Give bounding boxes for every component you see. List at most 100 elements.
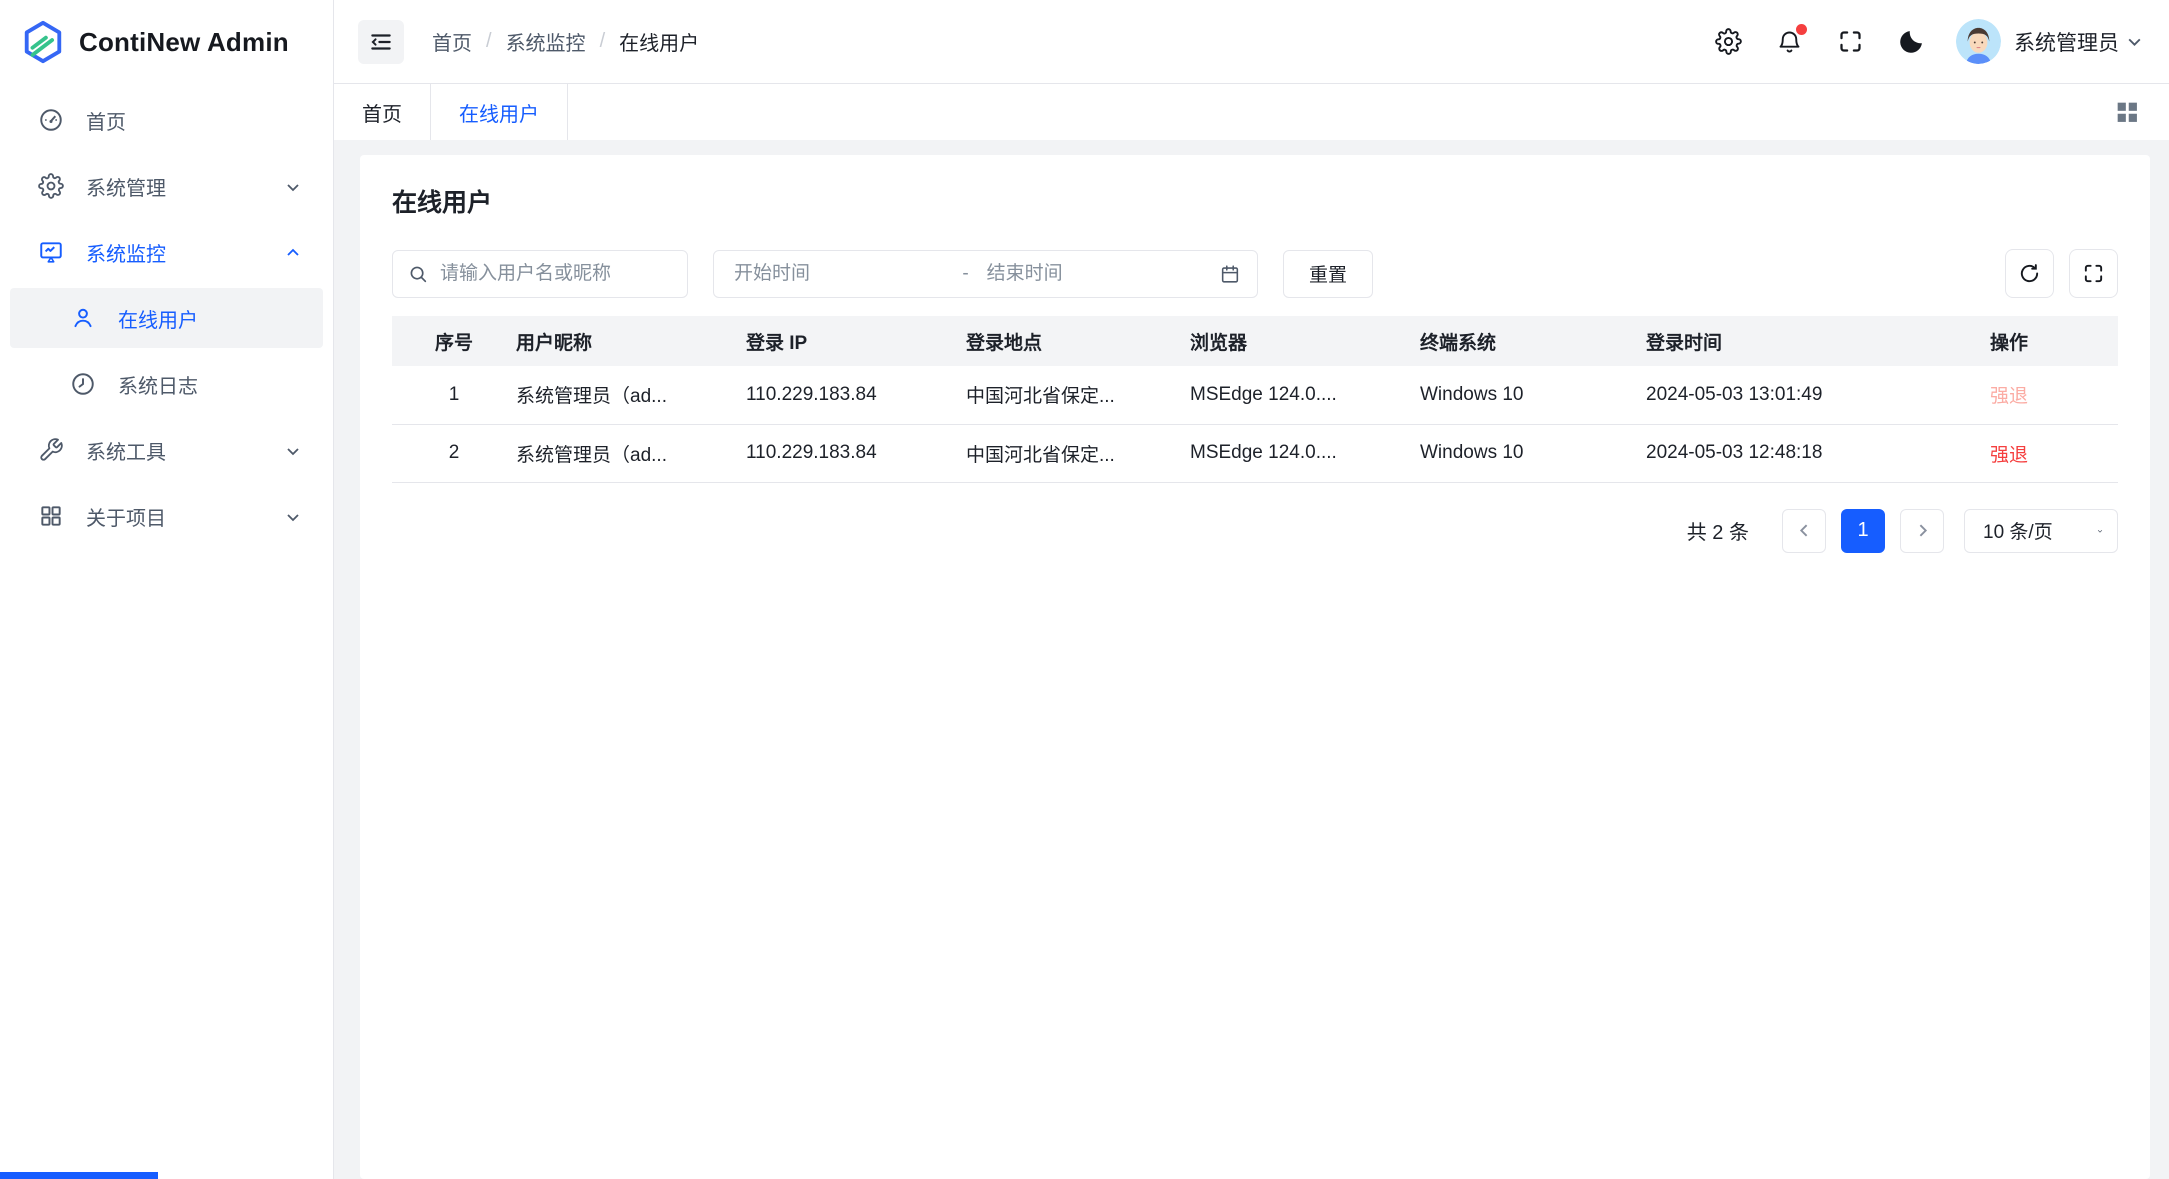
avatar[interactable] <box>1956 19 2001 64</box>
app-root: ContiNew Admin 首页 系统管理 <box>0 0 2169 1179</box>
calendar-icon <box>1219 263 1241 285</box>
tab-label: 首页 <box>362 98 402 127</box>
grid-icon <box>38 503 64 529</box>
settings-button[interactable] <box>1713 27 1743 57</box>
monitor-icon <box>38 239 64 265</box>
col-header-location: 登录地点 <box>966 316 1190 366</box>
user-icon <box>70 305 96 331</box>
sidebar-item-system-log[interactable]: 系统日志 <box>10 354 323 414</box>
content-area: 在线用户 - <box>334 140 2169 1179</box>
cell-os: Windows 10 <box>1420 366 1646 424</box>
chevron-right-icon <box>1914 522 1931 539</box>
sidebar-item-label: 系统管理 <box>86 172 166 201</box>
chevron-down-icon[interactable] <box>2126 33 2143 50</box>
tabbar: 首页 在线用户 <box>334 84 2169 140</box>
col-header-nickname: 用户昵称 <box>516 316 746 366</box>
cell-location: 中国河北省保定... <box>966 424 1190 482</box>
kick-user-button[interactable]: 强退 <box>1990 386 2028 407</box>
online-users-table: 序号 用户昵称 登录 IP 登录地点 浏览器 终端系统 登录时间 操作 1 <box>392 316 2118 483</box>
main-area: 首页 / 系统监控 / 在线用户 <box>334 0 2169 1179</box>
date-range-separator: - <box>958 263 986 285</box>
prev-page-button[interactable] <box>1782 509 1826 553</box>
cell-login-time: 2024-05-03 12:48:18 <box>1646 424 1990 482</box>
table-row: 1 系统管理员（ad... 110.229.183.84 中国河北省保定... … <box>392 366 2118 424</box>
cell-nickname: 系统管理员（ad... <box>516 366 746 424</box>
sidebar-item-system-monitor[interactable]: 系统监控 <box>10 222 323 282</box>
app-logo[interactable]: ContiNew Admin <box>0 0 333 84</box>
chevron-up-icon <box>285 244 301 260</box>
moon-icon <box>1897 27 1926 56</box>
tab-label: 在线用户 <box>459 98 539 127</box>
dashboard-icon <box>38 107 64 133</box>
table-row: 2 系统管理员（ad... 110.229.183.84 中国河北省保定... … <box>392 424 2118 482</box>
start-time-field[interactable] <box>734 263 958 285</box>
breadcrumb-separator: / <box>600 30 606 53</box>
sidebar-item-about-project[interactable]: 关于项目 <box>10 486 323 546</box>
tabbar-right <box>2113 84 2169 140</box>
current-user-name[interactable]: 系统管理员 <box>2014 27 2119 57</box>
col-header-index: 序号 <box>392 316 516 366</box>
col-header-login-time: 登录时间 <box>1646 316 1990 366</box>
end-time-field[interactable] <box>987 263 1211 285</box>
sidebar-item-label: 系统日志 <box>118 370 198 399</box>
fullscreen-icon <box>1837 28 1864 55</box>
cell-ip: 110.229.183.84 <box>746 366 966 424</box>
sidebar-item-home[interactable]: 首页 <box>10 90 323 150</box>
cell-login-time: 2024-05-03 13:01:49 <box>1646 366 1990 424</box>
col-header-actions: 操作 <box>1990 316 2118 366</box>
notifications-button[interactable] <box>1774 27 1804 57</box>
chevron-down-icon <box>285 508 301 524</box>
search-field[interactable] <box>440 263 673 285</box>
sidebar-collapse-button[interactable] <box>358 20 404 64</box>
cell-os: Windows 10 <box>1420 424 1646 482</box>
dark-mode-button[interactable] <box>1896 27 1926 57</box>
sidebar-item-system-tools[interactable]: 系统工具 <box>10 420 323 480</box>
cell-nickname: 系统管理员（ad... <box>516 424 746 482</box>
expand-table-button[interactable] <box>2069 249 2118 298</box>
page-number-button[interactable]: 1 <box>1841 509 1885 553</box>
sidebar-menu: 首页 系统管理 <box>0 84 333 1179</box>
cell-ip: 110.229.183.84 <box>746 424 966 482</box>
cell-index: 1 <box>392 366 516 424</box>
sidebar-item-label: 在线用户 <box>118 304 198 333</box>
chevron-left-icon <box>1796 522 1813 539</box>
kick-user-button[interactable]: 强退 <box>1990 445 2028 466</box>
page-size-select[interactable]: 10 条/页 <box>1964 509 2118 553</box>
col-header-ip: 登录 IP <box>746 316 966 366</box>
cell-browser: MSEdge 124.0.... <box>1190 424 1420 482</box>
tab-actions-grid-icon[interactable] <box>2113 98 2141 126</box>
app-title: ContiNew Admin <box>79 27 289 58</box>
tab-online-users[interactable]: 在线用户 <box>431 84 568 140</box>
next-page-button[interactable] <box>1900 509 1944 553</box>
tab-home[interactable]: 首页 <box>334 84 431 140</box>
cell-browser: MSEdge 124.0.... <box>1190 366 1420 424</box>
wrench-icon <box>38 437 64 463</box>
bottom-progress-strip <box>0 1172 158 1179</box>
sidebar-item-label: 系统监控 <box>86 238 166 267</box>
col-header-os: 终端系统 <box>1420 316 1646 366</box>
refresh-button[interactable] <box>2005 249 2054 298</box>
notification-badge <box>1796 24 1807 35</box>
chevron-down-icon <box>2087 523 2103 539</box>
breadcrumb: 首页 / 系统监控 / 在线用户 <box>432 27 699 56</box>
sidebar-item-online-users[interactable]: 在线用户 <box>10 288 323 348</box>
date-range-picker[interactable]: - <box>713 250 1258 298</box>
fullscreen-button[interactable] <box>1835 27 1865 57</box>
topbar-actions: 系统管理员 <box>1682 19 2143 64</box>
pagination-total: 共 2 条 <box>1687 516 1749 545</box>
chevron-down-icon <box>285 178 301 194</box>
sidebar-item-label: 系统工具 <box>86 436 166 465</box>
sidebar-item-label: 首页 <box>86 106 126 135</box>
sidebar-item-system-management[interactable]: 系统管理 <box>10 156 323 216</box>
topbar: 首页 / 系统监控 / 在线用户 <box>334 0 2169 84</box>
cell-location: 中国河北省保定... <box>966 366 1190 424</box>
search-input[interactable] <box>392 250 688 298</box>
gear-icon <box>1715 28 1742 55</box>
refresh-icon <box>2018 262 2041 285</box>
pagination: 共 2 条 1 10 条/页 <box>392 509 2118 553</box>
breadcrumb-item-system-monitor[interactable]: 系统监控 <box>506 27 586 56</box>
table-header-row: 序号 用户昵称 登录 IP 登录地点 浏览器 终端系统 登录时间 操作 <box>392 316 2118 366</box>
reset-button[interactable]: 重置 <box>1283 250 1373 298</box>
breadcrumb-item-home[interactable]: 首页 <box>432 27 472 56</box>
breadcrumb-item-online-users: 在线用户 <box>619 27 699 56</box>
